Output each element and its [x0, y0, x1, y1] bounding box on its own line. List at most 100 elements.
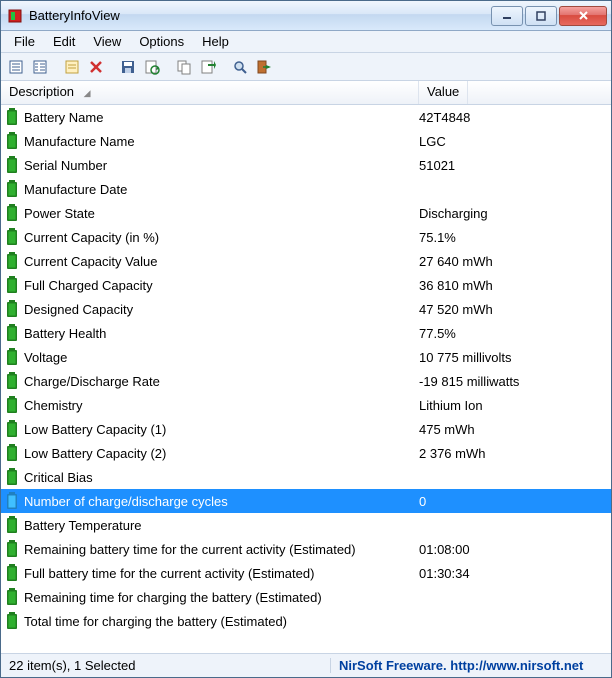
table-row[interactable]: Total time for charging the battery (Est… [1, 609, 611, 633]
row-value: Lithium Ion [419, 398, 607, 413]
row-description: Manufacture Date [24, 182, 419, 197]
table-row[interactable]: Charge/Discharge Rate-19 815 milliwatts [1, 369, 611, 393]
battery-icon [5, 228, 19, 246]
row-description: Number of charge/discharge cycles [24, 494, 419, 509]
menu-options[interactable]: Options [130, 32, 193, 51]
battery-icon [5, 252, 19, 270]
table-row[interactable]: Full Charged Capacity36 810 mWh [1, 273, 611, 297]
row-description: Remaining battery time for the current a… [24, 542, 419, 557]
row-description: Serial Number [24, 158, 419, 173]
row-description: Manufacture Name [24, 134, 419, 149]
table-row[interactable]: Designed Capacity47 520 mWh [1, 297, 611, 321]
titlebar: BatteryInfoView [1, 1, 611, 31]
view-list-button[interactable] [5, 56, 27, 78]
battery-icon [5, 444, 19, 462]
row-description: Battery Name [24, 110, 419, 125]
table-row[interactable]: ChemistryLithium Ion [1, 393, 611, 417]
battery-icon [5, 324, 19, 342]
row-description: Low Battery Capacity (2) [24, 446, 419, 461]
row-value: 36 810 mWh [419, 278, 607, 293]
battery-icon [5, 540, 19, 558]
row-description: Chemistry [24, 398, 419, 413]
view-details-button[interactable] [29, 56, 51, 78]
battery-icon [5, 132, 19, 150]
find-button[interactable] [229, 56, 251, 78]
copy-button[interactable] [173, 56, 195, 78]
row-description: Total time for charging the battery (Est… [24, 614, 419, 629]
statusbar: 22 item(s), 1 Selected NirSoft Freeware.… [1, 653, 611, 677]
battery-icon [5, 420, 19, 438]
row-description: Remaining time for charging the battery … [24, 590, 419, 605]
menu-edit[interactable]: Edit [44, 32, 84, 51]
table-row[interactable]: Current Capacity Value27 640 mWh [1, 249, 611, 273]
toolbar [1, 53, 611, 81]
menu-view[interactable]: View [84, 32, 130, 51]
table-row[interactable]: Battery Name42T4848 [1, 105, 611, 129]
row-value: -19 815 milliwatts [419, 374, 607, 389]
row-description: Charge/Discharge Rate [24, 374, 419, 389]
properties-button[interactable] [61, 56, 83, 78]
row-value: Discharging [419, 206, 607, 221]
table-row[interactable]: Remaining battery time for the current a… [1, 537, 611, 561]
app-icon [7, 8, 23, 24]
row-value: 01:30:34 [419, 566, 607, 581]
export-button[interactable] [197, 56, 219, 78]
row-value: 10 775 millivolts [419, 350, 607, 365]
table-row[interactable]: Number of charge/discharge cycles0 [1, 489, 611, 513]
row-description: Full Charged Capacity [24, 278, 419, 293]
column-description[interactable]: Description ◢ [1, 81, 419, 104]
row-description: Current Capacity Value [24, 254, 419, 269]
column-value-label: Value [427, 84, 459, 99]
table-row[interactable]: Voltage10 775 millivolts [1, 345, 611, 369]
table-row[interactable]: Battery Temperature [1, 513, 611, 537]
battery-icon [5, 492, 19, 510]
row-value: 47 520 mWh [419, 302, 607, 317]
menu-help[interactable]: Help [193, 32, 238, 51]
close-button[interactable] [559, 6, 607, 26]
row-value: 2 376 mWh [419, 446, 607, 461]
row-value: 42T4848 [419, 110, 607, 125]
listview[interactable]: Battery Name42T4848Manufacture NameLGCSe… [1, 105, 611, 653]
battery-icon [5, 108, 19, 126]
battery-icon [5, 204, 19, 222]
maximize-button[interactable] [525, 6, 557, 26]
row-value: 75.1% [419, 230, 607, 245]
status-count: 22 item(s), 1 Selected [1, 658, 331, 673]
table-row[interactable]: Battery Health77.5% [1, 321, 611, 345]
menu-file[interactable]: File [5, 32, 44, 51]
battery-icon [5, 300, 19, 318]
save-button[interactable] [117, 56, 139, 78]
window-buttons [489, 6, 607, 26]
exit-button[interactable] [253, 56, 275, 78]
table-row[interactable]: Manufacture NameLGC [1, 129, 611, 153]
minimize-button[interactable] [491, 6, 523, 26]
row-description: Power State [24, 206, 419, 221]
status-branding[interactable]: NirSoft Freeware. http://www.nirsoft.net [331, 658, 611, 673]
table-row[interactable]: Low Battery Capacity (2)2 376 mWh [1, 441, 611, 465]
row-description: Low Battery Capacity (1) [24, 422, 419, 437]
row-description: Current Capacity (in %) [24, 230, 419, 245]
table-row[interactable]: Manufacture Date [1, 177, 611, 201]
table-row[interactable]: Serial Number51021 [1, 153, 611, 177]
row-value: 475 mWh [419, 422, 607, 437]
refresh-button[interactable] [141, 56, 163, 78]
delete-button[interactable] [85, 56, 107, 78]
row-description: Critical Bias [24, 470, 419, 485]
table-row[interactable]: Remaining time for charging the battery … [1, 585, 611, 609]
row-value: 27 640 mWh [419, 254, 607, 269]
row-value: 51021 [419, 158, 607, 173]
battery-icon [5, 348, 19, 366]
table-row[interactable]: Critical Bias [1, 465, 611, 489]
table-row[interactable]: Power StateDischarging [1, 201, 611, 225]
row-description: Designed Capacity [24, 302, 419, 317]
sort-indicator-icon: ◢ [84, 88, 91, 98]
table-row[interactable]: Current Capacity (in %)75.1% [1, 225, 611, 249]
column-value[interactable]: Value [419, 81, 468, 104]
window-title: BatteryInfoView [29, 8, 489, 23]
table-row[interactable]: Low Battery Capacity (1)475 mWh [1, 417, 611, 441]
table-row[interactable]: Full battery time for the current activi… [1, 561, 611, 585]
column-header: Description ◢ Value [1, 81, 611, 105]
battery-icon [5, 180, 19, 198]
battery-icon [5, 516, 19, 534]
row-description: Full battery time for the current activi… [24, 566, 419, 581]
